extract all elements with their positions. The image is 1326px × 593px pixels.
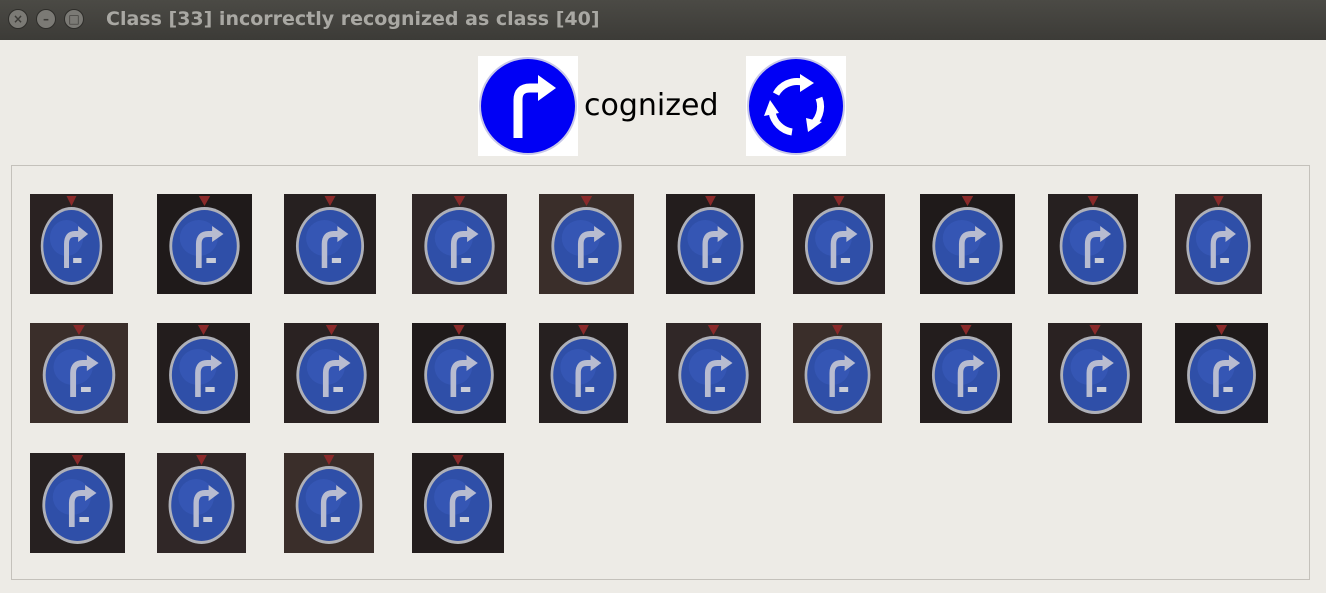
- sample-thumbnail: [412, 194, 507, 294]
- sample-thumbnail: [1175, 194, 1262, 294]
- turn-right-ahead-sign-icon: [539, 194, 634, 294]
- sample-thumbnail: [920, 194, 1015, 294]
- turn-right-ahead-sign-icon: [793, 323, 882, 423]
- turn-right-ahead-sign-icon: [666, 194, 755, 294]
- predicted-class-sign-icon: [746, 56, 846, 156]
- turn-right-ahead-sign-icon: [412, 453, 504, 553]
- true-class-sign-icon: [478, 56, 578, 156]
- sample-thumbnail: [157, 323, 250, 423]
- sample-thumbnail: [666, 323, 761, 423]
- turn-right-ahead-sign-icon: [30, 453, 125, 553]
- sample-thumbnail: [1175, 323, 1268, 423]
- sample-thumbnail: [284, 323, 379, 423]
- maximize-icon[interactable]: □: [64, 9, 84, 29]
- sample-thumbnail: [1048, 194, 1138, 294]
- turn-right-ahead-sign-icon: [666, 323, 761, 423]
- turn-right-ahead-sign-icon: [1175, 323, 1268, 423]
- sample-thumbnail: [539, 323, 628, 423]
- sample-thumbnail: [284, 194, 376, 294]
- sample-thumbnail: [30, 453, 125, 553]
- turn-right-ahead-sign-icon: [793, 194, 885, 294]
- turn-right-ahead-sign-icon: [920, 194, 1015, 294]
- turn-right-ahead-sign-icon: [920, 323, 1012, 423]
- turn-right-ahead-sign-icon: [157, 453, 246, 553]
- turn-right-ahead-sign-icon: [157, 323, 250, 423]
- minimize-icon[interactable]: –: [36, 9, 56, 29]
- sample-thumbnail: [284, 453, 374, 553]
- title-bar: × – □ Class [33] incorrectly recognized …: [0, 0, 1326, 40]
- turn-right-ahead-sign-icon: [1048, 194, 1138, 294]
- turn-right-ahead-sign-icon: [1048, 323, 1142, 423]
- close-icon[interactable]: ×: [8, 9, 28, 29]
- sample-thumbnail: [666, 194, 755, 294]
- turn-right-ahead-sign-icon: [412, 194, 507, 294]
- turn-right-ahead-sign-icon: [1175, 194, 1262, 294]
- sample-thumbnail: [539, 194, 634, 294]
- sample-thumbnail: [920, 323, 1012, 423]
- sample-thumbnail: [793, 323, 882, 423]
- turn-right-ahead-sign-icon: [30, 323, 128, 423]
- sample-thumbnail: [793, 194, 885, 294]
- sample-thumbnail: [412, 323, 506, 423]
- turn-right-ahead-sign-icon: [157, 194, 252, 294]
- sample-thumbnail: [30, 194, 113, 294]
- turn-right-ahead-sign-icon: [284, 453, 374, 553]
- sample-thumbnail: [157, 453, 246, 553]
- turn-right-ahead-sign-icon: [284, 194, 376, 294]
- sample-thumbnail: [1048, 323, 1142, 423]
- sample-thumbnail: [30, 323, 128, 423]
- turn-right-ahead-sign-icon: [539, 323, 628, 423]
- turn-right-ahead-sign-icon: [30, 194, 113, 294]
- turn-right-ahead-sign-icon: [412, 323, 506, 423]
- window-title: Class [33] incorrectly recognized as cla…: [106, 8, 600, 30]
- header-label: cognized: [584, 88, 719, 123]
- sample-thumbnail: [412, 453, 504, 553]
- turn-right-ahead-sign-icon: [284, 323, 379, 423]
- sample-thumbnail: [157, 194, 252, 294]
